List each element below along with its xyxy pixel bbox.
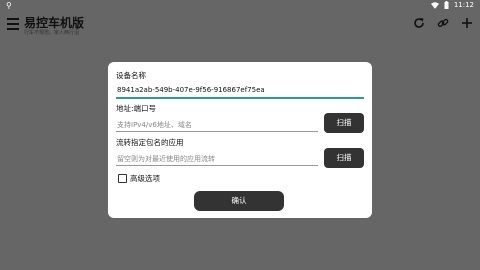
status-icons: 11:12 xyxy=(430,1,474,9)
app-subtitle: 行车不规范，家人两行泪 xyxy=(24,30,80,36)
menu-icon[interactable] xyxy=(7,18,19,30)
usb-icon: ⚲ xyxy=(6,1,12,10)
wifi-icon xyxy=(430,1,439,9)
status-bar: ⚲ 11:12 xyxy=(0,0,480,12)
app-bar: 易控车机版 行车不规范，家人两行泪 xyxy=(0,12,480,40)
device-name-label: 设备名称 xyxy=(116,71,146,80)
add-device-dialog: 设备名称 8941a2ab-549b-407e-9f56-916867ef75e… xyxy=(108,62,372,218)
refresh-icon[interactable] xyxy=(412,17,426,31)
package-input[interactable]: 留空则为对最近使用的应用流转 xyxy=(117,154,215,164)
confirm-button[interactable]: 确认 xyxy=(194,191,284,211)
advanced-options-label[interactable]: 高级选项 xyxy=(130,173,160,184)
address-scan-button[interactable]: 扫描 xyxy=(324,113,364,133)
add-icon[interactable] xyxy=(460,17,474,31)
address-input[interactable]: 支持IPv4/v6地址、域名 xyxy=(117,120,192,130)
link-icon[interactable] xyxy=(436,17,450,31)
address-underline xyxy=(116,131,318,132)
address-label: 地址:端口号 xyxy=(116,104,157,113)
advanced-options-checkbox[interactable] xyxy=(118,174,127,183)
package-label: 流转指定包名的应用 xyxy=(116,138,184,147)
package-scan-button[interactable]: 扫描 xyxy=(324,148,364,168)
device-name-underline xyxy=(116,97,364,99)
status-time: 11:12 xyxy=(453,1,474,9)
battery-icon xyxy=(444,1,449,9)
device-name-input[interactable]: 8941a2ab-549b-407e-9f56-916867ef75ea xyxy=(117,86,265,94)
package-underline xyxy=(116,165,318,166)
